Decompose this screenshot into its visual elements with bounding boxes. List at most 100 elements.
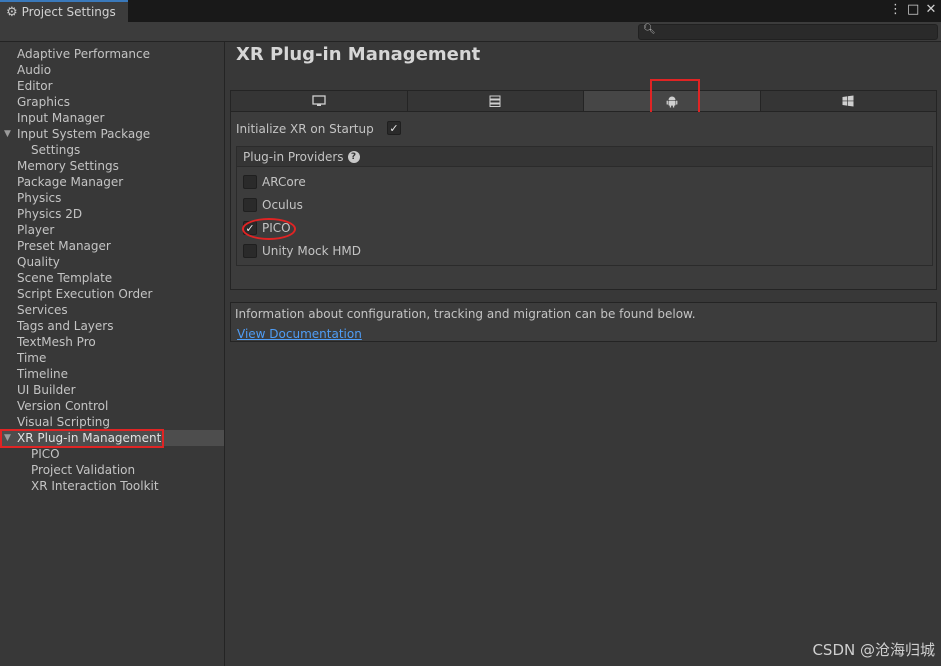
sidebar-item-xr-interaction-toolkit[interactable]: XR Interaction Toolkit: [0, 478, 224, 494]
sidebar-item-label: Project Validation: [31, 463, 136, 477]
window-controls: ⋮ □ ✕: [889, 2, 937, 17]
sidebar-item-project-validation[interactable]: Project Validation: [0, 462, 224, 478]
sidebar-item-label: PICO: [31, 447, 60, 461]
sidebar-item-label: Adaptive Performance: [17, 47, 150, 61]
sidebar-item-preset-manager[interactable]: Preset Manager: [0, 238, 224, 254]
settings-sidebar: Adaptive Performance Audio Editor Graphi…: [0, 42, 225, 666]
help-icon[interactable]: ?: [347, 150, 360, 163]
gear-icon: ⚙: [6, 4, 18, 20]
provider-label: Unity Mock HMD: [262, 244, 362, 258]
arcore-checkbox[interactable]: [243, 175, 257, 189]
sidebar-item-label: Tags and Layers: [17, 319, 114, 333]
search-icon: 🔍︎: [643, 24, 656, 35]
sidebar-item-label: Physics 2D: [17, 207, 83, 221]
sidebar-item-textmesh-pro[interactable]: TextMesh Pro: [0, 334, 224, 350]
sidebar-item-label: Audio: [17, 63, 52, 77]
sidebar-item-package-manager[interactable]: Package Manager: [0, 174, 224, 190]
sidebar-item-timeline[interactable]: Timeline: [0, 366, 224, 382]
tab-title: Project Settings: [21, 5, 116, 19]
sidebar-item-time[interactable]: Time: [0, 350, 224, 366]
sidebar-item-graphics[interactable]: Graphics: [0, 94, 224, 110]
sidebar-item-label: Settings: [31, 143, 81, 157]
fold-arrow-icon[interactable]: ▼: [4, 430, 11, 446]
sidebar-item-label: Input Manager: [17, 111, 105, 125]
sidebar-item-physics-2d[interactable]: Physics 2D: [0, 206, 224, 222]
toolbar: 🔍︎: [0, 22, 941, 42]
unity-mock-hmd-checkbox[interactable]: [243, 244, 257, 258]
page-title: XR Plug-in Management: [236, 44, 481, 65]
oculus-checkbox[interactable]: [243, 198, 257, 212]
sidebar-item-version-control[interactable]: Version Control: [0, 398, 224, 414]
watermark: CSDN @沧海归城: [812, 641, 935, 659]
provider-label: PICO: [262, 221, 291, 235]
sidebar-item-label: Graphics: [17, 95, 70, 109]
sidebar-item-label: Services: [17, 303, 68, 317]
plugin-providers-header: Plug-in Providers ?: [237, 147, 932, 167]
sidebar-item-label: Editor: [17, 79, 53, 93]
sidebar-item-script-execution-order[interactable]: Script Execution Order: [0, 286, 224, 302]
search-input[interactable]: 🔍︎: [638, 24, 938, 40]
sidebar-item-label: Physics: [17, 191, 62, 205]
sidebar-item-physics[interactable]: Physics: [0, 190, 224, 206]
close-icon[interactable]: ✕: [925, 2, 937, 17]
sidebar-item-label: Visual Scripting: [17, 415, 110, 429]
sidebar-item-scene-template[interactable]: Scene Template: [0, 270, 224, 286]
sidebar-item-memory-settings[interactable]: Memory Settings: [0, 158, 224, 174]
checkmark-icon: ✓: [245, 221, 255, 235]
sidebar-item-ui-builder[interactable]: UI Builder: [0, 382, 224, 398]
android-icon: [666, 95, 678, 108]
server-icon: [489, 95, 501, 107]
sidebar-item-audio[interactable]: Audio: [0, 62, 224, 78]
checkmark-icon: ✓: [389, 121, 399, 135]
tab-android[interactable]: [584, 91, 761, 111]
tab-desktop[interactable]: [231, 91, 408, 111]
plugin-providers-group: Plug-in Providers ? ARCore Oculus ✓ PICO…: [236, 146, 933, 266]
desktop-icon: [312, 95, 326, 107]
initialize-xr-label: Initialize XR on Startup: [236, 122, 374, 136]
info-panel: Information about configuration, trackin…: [230, 302, 937, 342]
sidebar-item-xr-plugin-management[interactable]: ▼ XR Plug-in Management: [0, 430, 224, 446]
sidebar-item-quality[interactable]: Quality: [0, 254, 224, 270]
xr-settings-panel: Initialize XR on Startup ✓ Plug-in Provi…: [230, 112, 937, 290]
sidebar-item-player[interactable]: Player: [0, 222, 224, 238]
sidebar-item-label: Scene Template: [17, 271, 113, 285]
provider-row-pico[interactable]: ✓ PICO: [243, 220, 291, 236]
initialize-xr-checkbox[interactable]: ✓: [387, 121, 401, 135]
sidebar-item-label: Memory Settings: [17, 159, 119, 173]
sidebar-item-label: Time: [17, 351, 47, 365]
fold-arrow-icon[interactable]: ▼: [4, 126, 11, 142]
sidebar-item-settings[interactable]: Settings: [0, 142, 224, 158]
provider-label: Oculus: [262, 198, 303, 212]
provider-row-oculus[interactable]: Oculus: [243, 197, 303, 213]
sidebar-item-label: Version Control: [17, 399, 109, 413]
sidebar-item-adaptive-performance[interactable]: Adaptive Performance: [0, 46, 224, 62]
provider-label: ARCore: [262, 175, 306, 189]
info-text: Information about configuration, trackin…: [235, 307, 696, 321]
maximize-icon[interactable]: □: [907, 2, 919, 17]
sidebar-item-label: Quality: [17, 255, 60, 269]
provider-row-arcore[interactable]: ARCore: [243, 174, 306, 190]
sidebar-item-label: XR Plug-in Management: [17, 431, 162, 445]
sidebar-item-input-manager[interactable]: Input Manager: [0, 110, 224, 126]
sidebar-item-tags-and-layers[interactable]: Tags and Layers: [0, 318, 224, 334]
sidebar-item-label: Timeline: [17, 367, 69, 381]
sidebar-item-label: TextMesh Pro: [17, 335, 96, 349]
provider-row-unity-mock-hmd[interactable]: Unity Mock HMD: [243, 243, 361, 259]
sidebar-item-editor[interactable]: Editor: [0, 78, 224, 94]
sidebar-item-label: Script Execution Order: [17, 287, 153, 301]
sidebar-item-input-system-package[interactable]: ▼ Input System Package: [0, 126, 224, 142]
tab-windows[interactable]: [760, 91, 936, 111]
sidebar-item-label: Package Manager: [17, 175, 124, 189]
sidebar-item-pico[interactable]: PICO: [0, 446, 224, 462]
window-tab-bar: ⚙ Project Settings ⋮ □ ✕: [0, 0, 941, 22]
pico-checkbox[interactable]: ✓: [243, 221, 257, 235]
windows-icon: [842, 95, 854, 107]
sidebar-item-visual-scripting[interactable]: Visual Scripting: [0, 414, 224, 430]
project-settings-tab[interactable]: ⚙ Project Settings: [0, 0, 128, 22]
view-documentation-link[interactable]: View Documentation: [237, 327, 362, 341]
main-panel: XR Plug-in Management Initialize XR on S…: [226, 42, 941, 666]
plugin-providers-title: Plug-in Providers: [243, 149, 344, 164]
kebab-menu-icon[interactable]: ⋮: [889, 2, 902, 17]
tab-dedicated-server[interactable]: [407, 91, 584, 111]
sidebar-item-services[interactable]: Services: [0, 302, 224, 318]
